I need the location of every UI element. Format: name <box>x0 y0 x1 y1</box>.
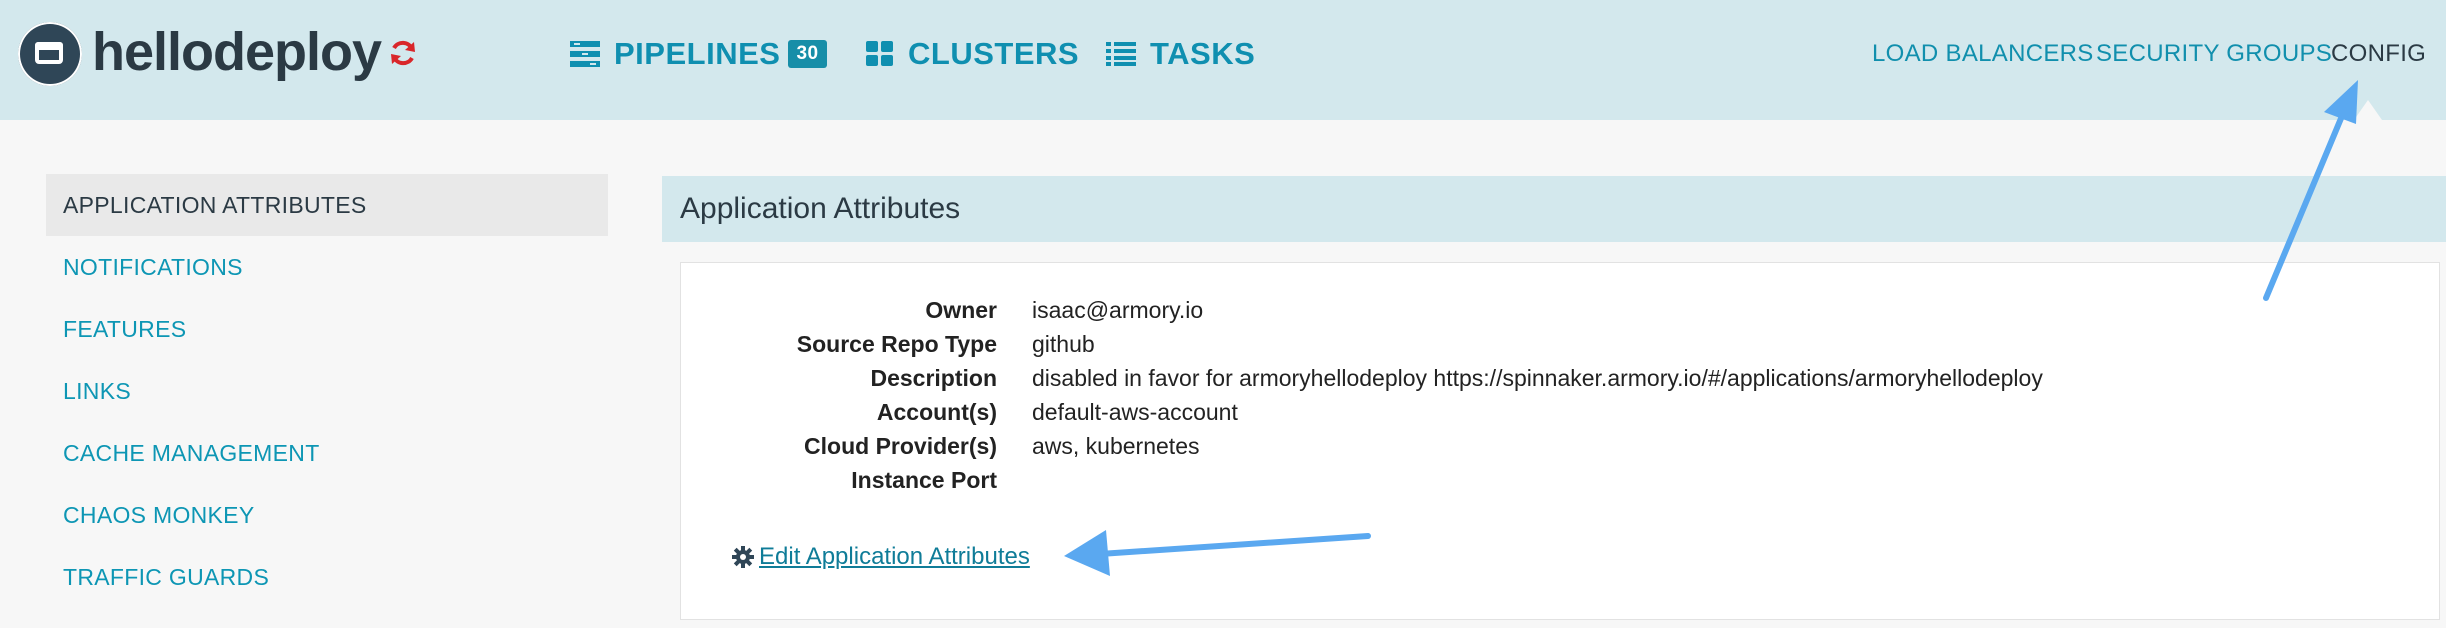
sidebar-item-cache-management[interactable]: CACHE MANAGEMENT <box>46 422 608 484</box>
attribute-row-description: Description disabled in favor for armory… <box>681 361 2381 395</box>
sidebar-item-notifications[interactable]: NOTIFICATIONS <box>46 236 608 298</box>
application-icon <box>18 22 82 86</box>
attribute-row-cloud-providers: Cloud Provider(s) aws, kubernetes <box>681 429 2381 463</box>
attribute-value: isaac@armory.io <box>1032 297 1204 323</box>
sidebar-item-links[interactable]: LINKS <box>46 360 608 422</box>
attributes-panel: Owner isaac@armory.io Source Repo Type g… <box>680 262 2440 620</box>
edit-application-attributes-link[interactable]: Edit Application Attributes <box>731 543 1030 571</box>
tasks-icon <box>1106 42 1136 66</box>
tab-tasks[interactable]: TASKS <box>1106 30 1255 78</box>
attribute-row-instance-port: Instance Port <box>681 463 2381 497</box>
refresh-icon[interactable] <box>388 38 418 68</box>
tab-clusters[interactable]: CLUSTERS <box>866 30 1079 78</box>
attribute-row-source-repo-type: Source Repo Type github <box>681 327 2381 361</box>
pipelines-count-badge: 30 <box>788 40 827 68</box>
tab-clusters-label: CLUSTERS <box>908 36 1080 71</box>
attribute-value: github <box>1032 331 1095 357</box>
attribute-label: Description <box>870 365 997 391</box>
attribute-label: Source Repo Type <box>796 331 997 357</box>
attribute-row-accounts: Account(s) default-aws-account <box>681 395 2381 429</box>
tab-tasks-label: TASKS <box>1150 36 1256 71</box>
sidebar-item-application-attributes[interactable]: APPLICATION ATTRIBUTES <box>46 174 608 236</box>
section-header: Application Attributes <box>662 176 2446 242</box>
gear-icon <box>732 546 754 568</box>
tab-pipelines[interactable]: PIPELINES 30 <box>570 30 827 78</box>
edit-link-label: Edit Application Attributes <box>759 543 1030 570</box>
section-title: Application Attributes <box>680 192 961 225</box>
attribute-row-owner: Owner isaac@armory.io <box>681 293 2381 327</box>
top-nav-bar: hellodeploy PIPELINES 30 CLUSTERS TASKS … <box>0 0 2446 120</box>
sidebar-item-traffic-guards[interactable]: TRAFFIC GUARDS <box>46 546 608 608</box>
active-tab-caret <box>2354 100 2382 120</box>
attribute-label: Cloud Provider(s) <box>804 433 997 459</box>
clusters-icon <box>866 41 893 66</box>
attribute-value: disabled in favor for armoryhellodeploy … <box>1032 365 2043 391</box>
tab-pipelines-label: PIPELINES <box>614 36 781 71</box>
sidebar-item-chaos-monkey[interactable]: CHAOS MONKEY <box>46 484 608 546</box>
attribute-label: Account(s) <box>876 399 997 425</box>
attribute-value: aws, kubernetes <box>1032 433 1200 459</box>
attribute-value: default-aws-account <box>1032 399 1238 425</box>
sidebar-item-features[interactable]: FEATURES <box>46 298 608 360</box>
pipelines-icon <box>570 41 600 67</box>
nav-config[interactable]: CONFIG <box>2331 36 2426 72</box>
app-name[interactable]: hellodeploy <box>92 18 382 86</box>
nav-security-groups[interactable]: SECURITY GROUPS <box>2096 36 2332 72</box>
attribute-label: Instance Port <box>851 467 997 493</box>
nav-load-balancers[interactable]: LOAD BALANCERS <box>1872 36 2094 72</box>
attribute-label: Owner <box>925 297 997 323</box>
